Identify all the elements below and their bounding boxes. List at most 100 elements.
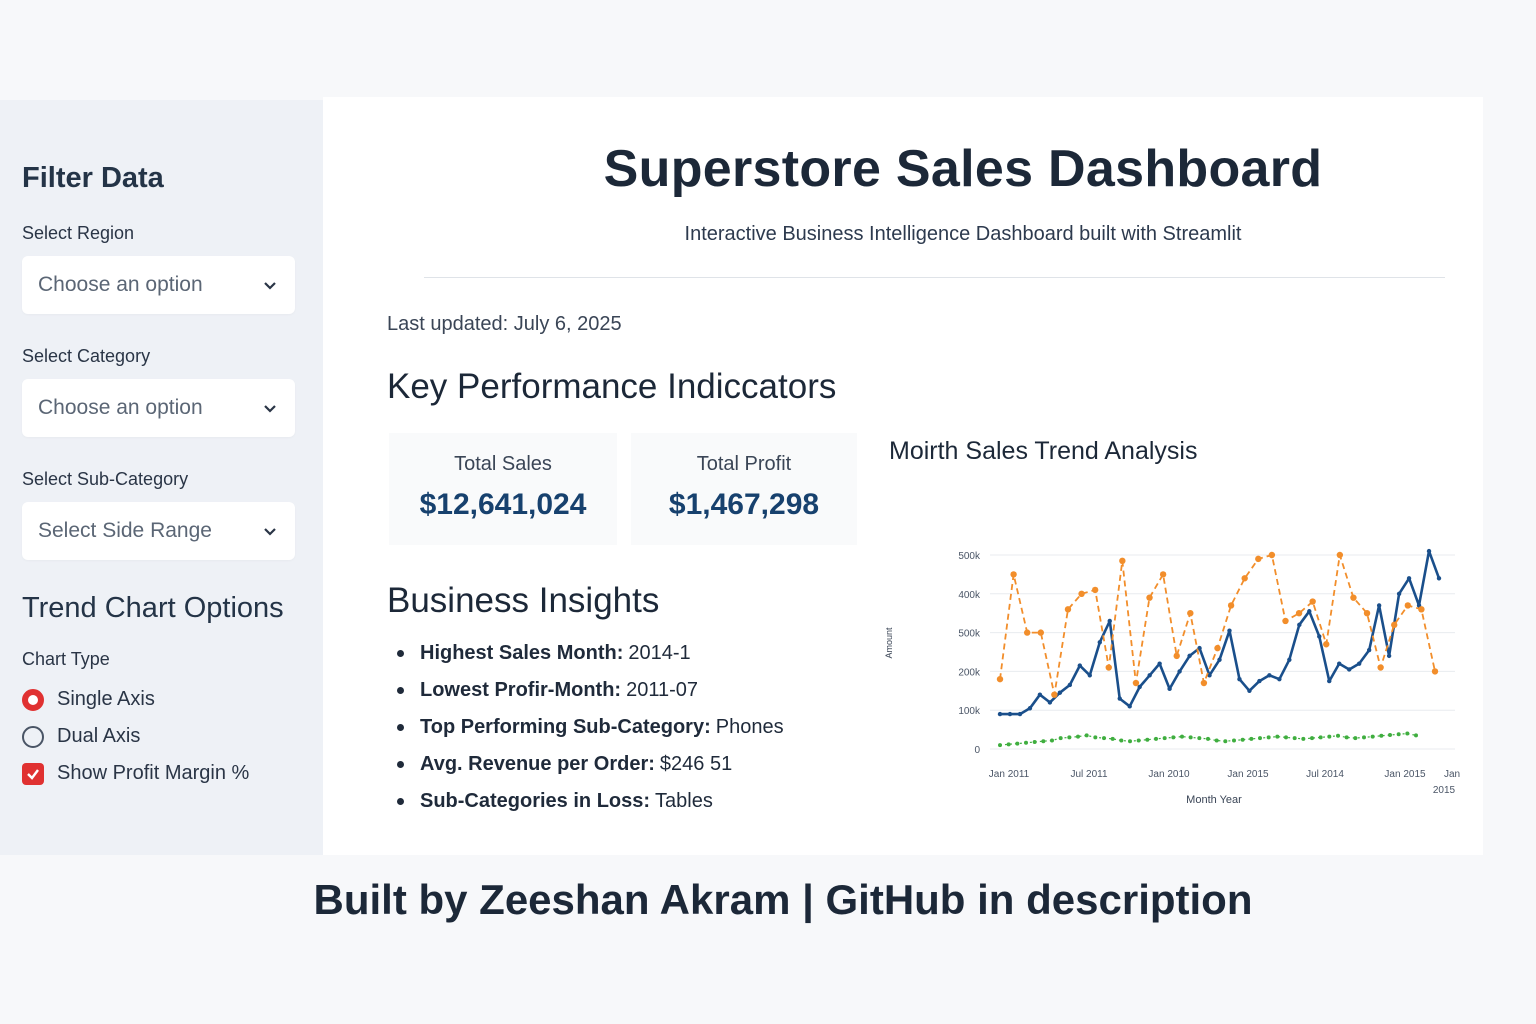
series-line-orange	[999, 554, 1436, 696]
data-point-green	[1006, 742, 1011, 747]
kpi-profit-value: $1,467,298	[668, 488, 820, 521]
data-point-orange	[1336, 551, 1344, 559]
main-content: Superstore Sales Dashboard Interactive B…	[323, 97, 1483, 855]
kpi-sales-label: Total Sales	[454, 453, 552, 475]
category-select[interactable]: Choose an option	[22, 379, 295, 437]
data-point-sales	[1067, 682, 1073, 688]
data-point-orange	[1119, 557, 1126, 565]
insight-key: Sub-Categories in Loss:	[420, 790, 651, 812]
region-select[interactable]: Choose an option	[22, 256, 295, 314]
data-point-green	[1362, 735, 1366, 740]
data-point-sales	[1127, 704, 1132, 709]
data-point-green	[1396, 732, 1401, 737]
bullet-icon	[397, 650, 404, 657]
data-point-orange	[1200, 679, 1208, 687]
data-point-sales	[1436, 576, 1442, 581]
insight-key: Highest Sales Month:	[420, 642, 624, 664]
data-point-green	[1388, 733, 1392, 738]
data-point-sales	[1386, 653, 1392, 659]
data-point-sales	[1077, 663, 1083, 668]
data-point-sales	[1356, 661, 1362, 666]
sub-category-select[interactable]: Select Side Range	[22, 502, 295, 560]
data-point-sales	[1217, 657, 1222, 662]
y-tick-label: 100k	[958, 706, 981, 717]
data-point-sales	[1307, 609, 1312, 614]
data-point-green	[1327, 734, 1332, 739]
data-point-sales	[1247, 688, 1252, 693]
trend-chart[interactable]: 0 100k 200k 500k 400k 500k Jan 2011 Jul 2011 Jan…	[878, 533, 1478, 823]
data-point-green	[1024, 740, 1028, 745]
data-point-green	[1180, 734, 1184, 739]
x-tick-label: Jan 2015	[1227, 769, 1269, 780]
data-point-green	[1015, 741, 1020, 746]
insight-item: Sub-Categories in Loss: Tables	[397, 790, 784, 813]
kpi-heading: Key Performance Indiccators	[387, 367, 837, 406]
data-point-orange	[1350, 594, 1357, 601]
data-point-green	[1067, 735, 1072, 740]
insights-list: Highest Sales Month: 2014-1 Lowest Profir…	[397, 642, 784, 827]
data-point-green	[1076, 734, 1080, 739]
divider	[424, 277, 1445, 278]
checkmark-icon	[22, 762, 44, 785]
radio-dual-axis-label: Dual Axis	[57, 725, 141, 747]
data-point-green	[1414, 733, 1418, 738]
data-point-sales	[1027, 706, 1033, 711]
data-point-sales	[1037, 692, 1043, 697]
bullet-icon	[397, 761, 404, 768]
data-point-sales	[1317, 634, 1322, 639]
data-point-orange	[1404, 602, 1412, 609]
data-point-orange	[1377, 664, 1384, 671]
data-point-orange	[1391, 621, 1398, 629]
radio-unselected-icon	[22, 725, 44, 748]
data-point-orange	[1363, 610, 1371, 617]
data-point-orange	[1051, 691, 1058, 698]
data-point-sales	[1137, 684, 1142, 690]
data-point-green	[1206, 736, 1210, 741]
bullet-icon	[397, 724, 404, 731]
data-point-green	[1032, 740, 1037, 745]
data-point-green	[1240, 737, 1245, 742]
region-label: Select Region	[22, 223, 135, 243]
kpi-card-sales: Total Sales $12,641,024	[389, 433, 617, 545]
data-point-sales	[997, 711, 1003, 717]
kpi-sales-value: $12,641,024	[419, 488, 587, 521]
radio-dual-axis[interactable]: Dual Axis	[22, 725, 323, 748]
data-point-orange	[1146, 594, 1153, 601]
insight-key: Lowest Profir-Month:	[420, 679, 622, 701]
data-point-sales	[1107, 618, 1112, 624]
insight-value: 2014-1	[628, 642, 691, 664]
data-point-green	[1275, 734, 1280, 739]
data-point-green	[1084, 733, 1089, 738]
data-point-sales	[1097, 640, 1102, 645]
sidebar-title: Filter Data	[22, 162, 164, 194]
data-point-orange	[1023, 629, 1031, 636]
data-point-green	[1249, 736, 1254, 741]
data-point-sales	[1047, 700, 1053, 705]
insight-item: Avg. Revenue per Order: $246 51	[397, 753, 784, 776]
data-point-sales	[1017, 711, 1023, 717]
data-point-orange	[1078, 590, 1085, 597]
x-tick-label: Jan	[1444, 769, 1460, 780]
data-point-sales	[1347, 667, 1352, 672]
data-point-sales	[1007, 711, 1013, 717]
sidebar: Filter Data Select Region Choose an opti…	[0, 100, 323, 855]
x-axis-label: Month Year	[1186, 794, 1242, 806]
kpi-card-profit: Total Profit $1,467,298	[631, 433, 857, 545]
data-point-orange	[1037, 629, 1044, 636]
x-tick-label: 2015	[1433, 785, 1456, 796]
data-point-sales	[1267, 673, 1272, 678]
data-point-green	[1405, 731, 1410, 736]
radio-single-axis[interactable]: Single Axis	[22, 688, 323, 711]
data-point-sales	[1257, 678, 1262, 684]
profit-margin-checkbox[interactable]: Show Profit Margin %	[22, 762, 323, 785]
data-point-orange	[1282, 617, 1289, 625]
data-point-green	[998, 743, 1002, 748]
data-point-orange	[1159, 571, 1167, 578]
data-point-green	[1197, 736, 1202, 741]
data-point-green	[1145, 737, 1150, 742]
data-point-sales	[1227, 628, 1232, 633]
data-point-orange	[1173, 652, 1180, 660]
region-select-placeholder: Choose an option	[38, 273, 203, 296]
sub-category-label: Select Sub-Category	[22, 469, 189, 489]
trend-options-title: Trend Chart Options	[22, 592, 284, 624]
